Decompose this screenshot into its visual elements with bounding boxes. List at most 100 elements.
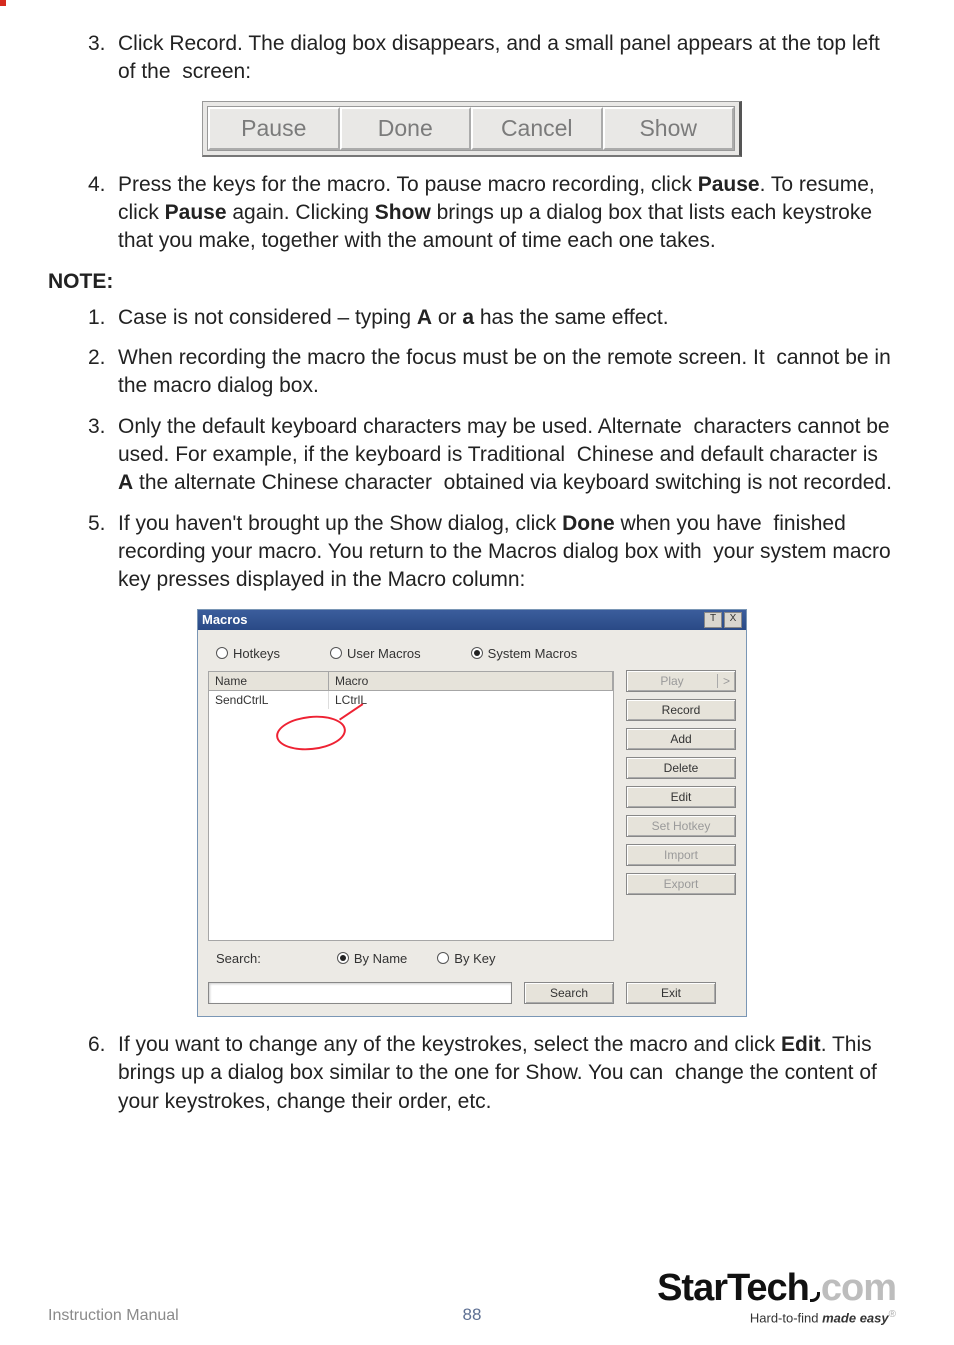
show-button[interactable]: Show: [603, 107, 735, 150]
step-4-t3: again. Clicking: [227, 201, 375, 224]
import-button[interactable]: Import: [626, 844, 736, 866]
step-3-num: 3.: [88, 30, 106, 58]
radio-by-key[interactable]: By Key: [437, 951, 495, 966]
step-3-text: Click Record. The dialog box disappears,…: [118, 32, 880, 83]
radio-dot-icon: [216, 647, 228, 659]
step-4-b3: Show: [375, 201, 431, 224]
note-1: 1. Case is not considered – typing A or …: [48, 304, 896, 332]
cell-macro: LCtrlL: [329, 691, 613, 709]
dialog-buttons: Play > Record Add Delete Edit Set Hotkey…: [626, 640, 736, 972]
step-5-b1: Done: [562, 512, 615, 535]
step-6: 6. If you want to change any of the keys…: [48, 1031, 896, 1116]
dialog-titlebar: Macros T X: [198, 610, 746, 630]
record-button[interactable]: Record: [626, 699, 736, 721]
main-steps-5: 5. If you haven't brought up the Show di…: [48, 510, 896, 595]
note-1-b1: A: [417, 306, 432, 329]
note-3-t1: Only the default keyboard characters may…: [118, 415, 890, 466]
radio-system-label: System Macros: [488, 646, 578, 661]
recording-panel: Pause Done Cancel Show: [202, 101, 742, 157]
radio-system-macros[interactable]: System Macros: [471, 646, 578, 661]
main-steps: 3. Click Record. The dialog box disappea…: [48, 30, 896, 87]
note-3: 3. Only the default keyboard characters …: [48, 413, 896, 498]
macros-dialog: Macros T X Hotkeys User Macros System Ma…: [197, 609, 747, 1017]
close-icon[interactable]: X: [724, 612, 742, 628]
radio-user-macros[interactable]: User Macros: [330, 646, 421, 661]
note-2-text: When recording the macro the focus must …: [118, 346, 891, 397]
note-1-t3: has the same effect.: [474, 306, 669, 329]
dialog-title: Macros: [202, 612, 702, 627]
set-hotkey-button[interactable]: Set Hotkey: [626, 815, 736, 837]
note-list: 1. Case is not considered – typing A or …: [48, 304, 896, 498]
step-5-t1: If you haven't brought up the Show dialo…: [118, 512, 562, 535]
pause-button[interactable]: Pause: [208, 107, 340, 150]
step-6-b1: Edit: [781, 1033, 821, 1056]
step-5-num: 5.: [88, 510, 106, 538]
pin-icon[interactable]: T: [704, 612, 722, 628]
radio-dot-filled-icon: [337, 952, 349, 964]
step-6-num: 6.: [88, 1031, 106, 1059]
edit-button[interactable]: Edit: [626, 786, 736, 808]
radio-dot-icon: [330, 647, 342, 659]
note-2: 2. When recording the macro the focus mu…: [48, 344, 896, 401]
note-3-num: 3.: [88, 413, 106, 441]
col-header-macro[interactable]: Macro: [329, 672, 613, 690]
note-label: NOTE:: [48, 270, 896, 294]
cancel-button[interactable]: Cancel: [471, 107, 603, 150]
radio-hotkeys[interactable]: Hotkeys: [216, 646, 280, 661]
recording-panel-inner: Pause Done Cancel Show: [207, 106, 735, 151]
delete-button[interactable]: Delete: [626, 757, 736, 779]
step-4-num: 4.: [88, 171, 106, 199]
cell-name: SendCtrlL: [209, 691, 329, 709]
step-4-b2: Pause: [165, 201, 227, 224]
footer: 88 Instruction Manual StarTechcom Hard-t…: [48, 1269, 896, 1325]
export-button[interactable]: Export: [626, 873, 736, 895]
radio-bykey-label: By Key: [454, 951, 495, 966]
radio-user-label: User Macros: [347, 646, 421, 661]
exit-col: Exit: [626, 982, 736, 1004]
main-steps-6: 6. If you want to change any of the keys…: [48, 1031, 896, 1116]
page-number: 88: [48, 1305, 896, 1325]
macro-type-radios: Hotkeys User Macros System Macros: [208, 640, 614, 671]
macro-grid: Name Macro SendCtrlL LCtrlL: [208, 671, 614, 941]
step-4-t1: Press the keys for the macro. To pause m…: [118, 173, 698, 196]
search-label: Search:: [216, 951, 261, 966]
note-1-b2: a: [462, 306, 474, 329]
col-header-name[interactable]: Name: [209, 672, 329, 690]
grid-header: Name Macro: [208, 671, 614, 691]
main-steps-cont: 4. Press the keys for the macro. To paus…: [48, 171, 896, 256]
step-4-b1: Pause: [698, 173, 760, 196]
step-3: 3. Click Record. The dialog box disappea…: [48, 30, 896, 87]
search-bottom-row: Search Exit: [198, 982, 746, 1016]
step-5: 5. If you haven't brought up the Show di…: [48, 510, 896, 595]
accent-bar: [0, 0, 6, 6]
note-2-num: 2.: [88, 344, 106, 372]
add-button[interactable]: Add: [626, 728, 736, 750]
radio-byname-label: By Name: [354, 951, 407, 966]
logo-hook-icon: [810, 1292, 820, 1302]
search-button[interactable]: Search: [524, 982, 614, 1004]
done-button[interactable]: Done: [340, 107, 472, 150]
note-3-b1: A: [118, 471, 133, 494]
note-1-num: 1.: [88, 304, 106, 332]
note-1-t2: or: [432, 306, 462, 329]
radio-hotkeys-label: Hotkeys: [233, 646, 280, 661]
note-1-t1: Case is not considered – typing: [118, 306, 417, 329]
logo-text: StarTech com: [657, 1269, 896, 1307]
step-4: 4. Press the keys for the macro. To paus…: [48, 171, 896, 256]
table-row[interactable]: SendCtrlL LCtrlL: [209, 691, 613, 709]
logo-grey: com: [821, 1267, 896, 1309]
note-3-t2: the alternate Chinese character obtained…: [133, 471, 892, 494]
radio-by-name[interactable]: By Name: [337, 951, 407, 966]
dialog-left: Hotkeys User Macros System Macros Name M…: [208, 640, 614, 972]
grid-body[interactable]: SendCtrlL LCtrlL: [208, 691, 614, 941]
exit-button[interactable]: Exit: [626, 982, 716, 1004]
logo-black: StarTech: [657, 1267, 809, 1309]
search-radios: By Name By Key: [337, 951, 496, 966]
radio-dot-filled-icon: [471, 647, 483, 659]
play-button[interactable]: Play >: [626, 670, 736, 692]
play-label: Play: [627, 674, 717, 688]
dialog-body: Hotkeys User Macros System Macros Name M…: [198, 630, 746, 982]
chevron-right-icon: >: [717, 674, 735, 688]
step-6-t1: If you want to change any of the keystro…: [118, 1033, 781, 1056]
search-input[interactable]: [208, 982, 512, 1004]
